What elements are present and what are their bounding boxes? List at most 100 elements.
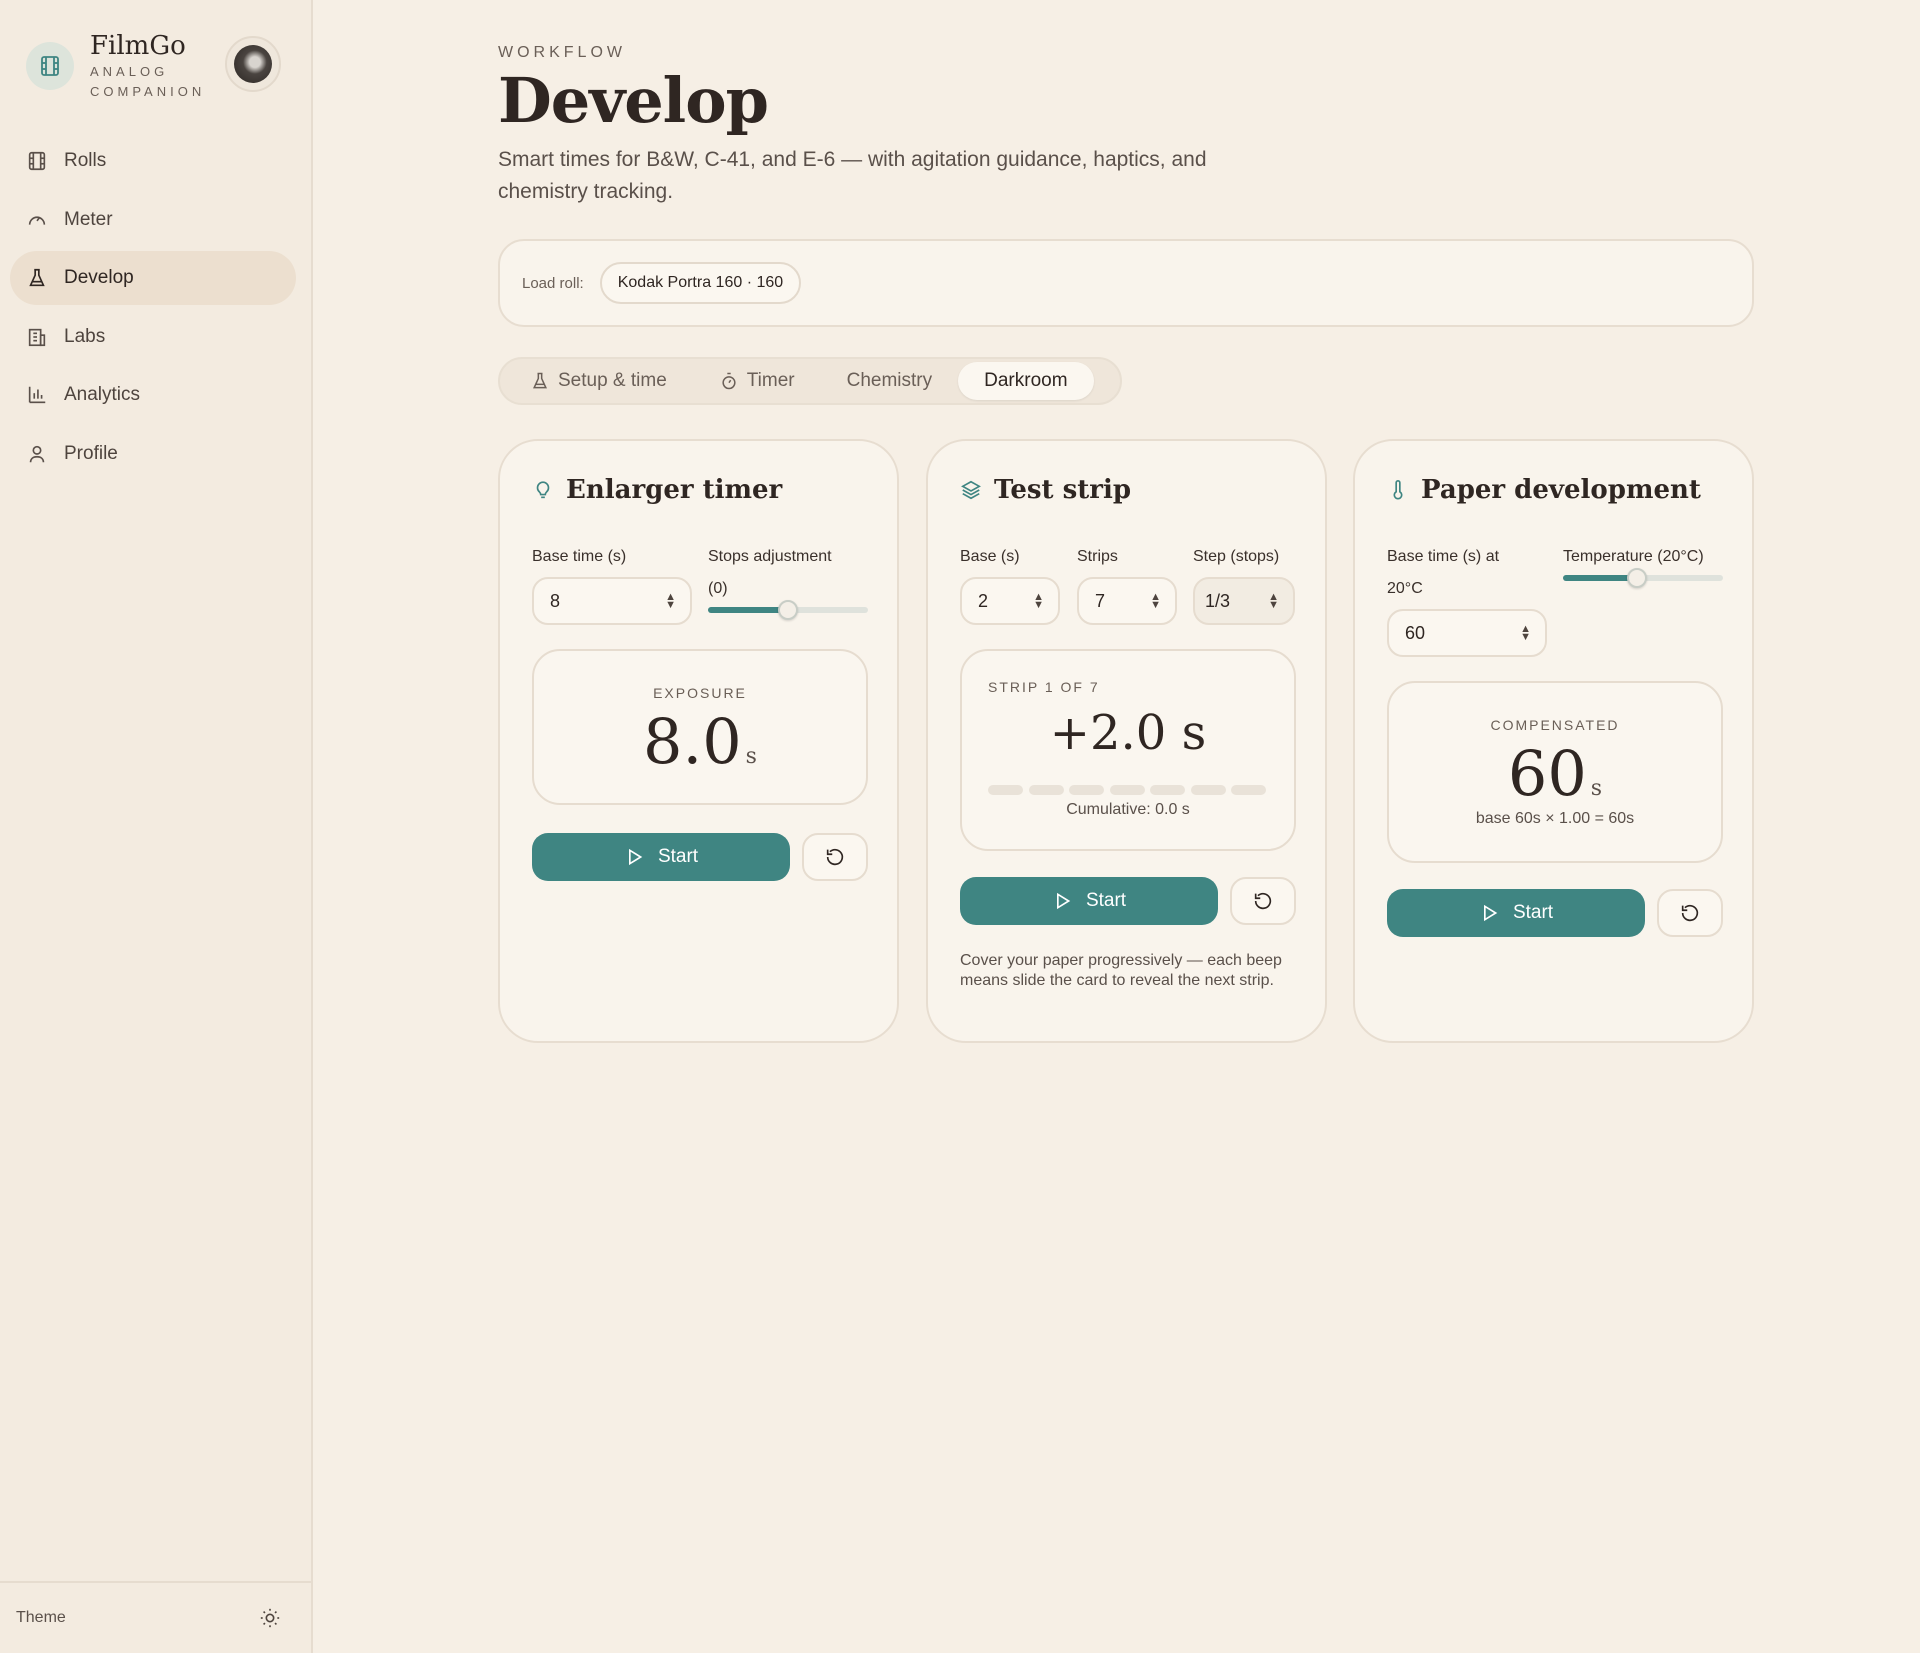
readout-value: 60: [1507, 737, 1587, 810]
base-time-label: Base time (s): [532, 548, 627, 565]
tab-bar: Setup & time Timer Chemistry Darkroom: [498, 357, 1122, 405]
strip-readout: STRIP 1 OF 7 +2.0 s Cumulative: 0.0 s: [960, 649, 1296, 851]
strip-segment: [1150, 785, 1185, 795]
stepper-value: 7: [1095, 590, 1106, 611]
base-time-stepper[interactable]: 60 ▲ ▼: [1387, 609, 1547, 657]
reset-button[interactable]: [1230, 877, 1296, 925]
card-title: Paper development: [1421, 475, 1701, 505]
readout-value: 8.0: [643, 705, 742, 778]
user-icon: [29, 445, 45, 462]
select-arrows-icon[interactable]: ▲ ▼: [1268, 592, 1279, 611]
reset-icon: [826, 848, 844, 866]
stepper-value: 2: [978, 590, 989, 611]
avatar[interactable]: [225, 36, 281, 92]
sidebar-item-analytics[interactable]: Analytics: [10, 368, 296, 422]
bar-chart-icon: [28, 386, 46, 404]
slider-fill: [708, 607, 788, 613]
stepper-arrows-icon[interactable]: ▲ ▼: [1520, 624, 1531, 643]
play-icon: [1483, 904, 1498, 922]
sidebar-item-label: Profile: [64, 442, 118, 464]
page-eyebrow: WORKFLOW: [498, 44, 626, 61]
tab-timer[interactable]: Timer: [693, 362, 821, 400]
readout-unit: s: [745, 744, 757, 769]
base-stepper[interactable]: 2 ▲ ▼: [960, 577, 1060, 625]
tab-chemistry[interactable]: Chemistry: [821, 362, 959, 400]
theme-label: Theme: [16, 1609, 66, 1626]
strip-segment: [1190, 785, 1226, 795]
temperature-slider[interactable]: [1563, 568, 1723, 588]
reset-button[interactable]: [802, 833, 868, 881]
page-subtitle: Smart times for B&W, C-41, and E-6 — wit…: [498, 148, 1207, 203]
start-label: Start: [1512, 902, 1554, 923]
brand[interactable]: FilmGo ANALOG COMPANION: [26, 30, 210, 102]
enlarger-timer-card: Enlarger timer Base time (s) 8 ▲ ▼ Stops …: [498, 439, 899, 1043]
stepper-value: 8: [550, 590, 561, 611]
base-label: Base (s): [960, 548, 1020, 565]
stepper-value: 60: [1405, 622, 1426, 643]
film-icon: [28, 151, 46, 171]
play-icon: [628, 848, 643, 866]
strip-value: +2.0 s: [1049, 705, 1207, 761]
tab-label: Setup & time: [558, 370, 667, 391]
bulb-icon: [536, 481, 550, 499]
stepper-arrows-icon[interactable]: ▲ ▼: [1150, 592, 1161, 611]
strip-segment: [1069, 785, 1104, 795]
sidebar-item-label: Labs: [64, 325, 106, 347]
start-label: Start: [657, 846, 699, 867]
card-title: Enlarger timer: [566, 475, 783, 505]
reset-button[interactable]: [1657, 889, 1723, 937]
stepper-arrows-icon[interactable]: ▲ ▼: [665, 592, 676, 611]
readout-label: EXPOSURE: [653, 685, 747, 701]
flask-icon: [533, 372, 547, 389]
load-roll-label: Load roll:: [522, 274, 584, 292]
test-strip-hint: Cover your paper progressively — each be…: [960, 952, 1282, 989]
sidebar-item-label: Rolls: [64, 150, 107, 171]
stops-adjustment-value: (0): [708, 580, 728, 597]
slider-thumb[interactable]: [1626, 568, 1647, 588]
start-button[interactable]: Start: [532, 833, 790, 881]
select-value: 1/3: [1205, 590, 1231, 611]
tab-label: Chemistry: [846, 370, 933, 391]
exposure-readout: EXPOSURE 8.0 s: [532, 649, 868, 805]
reset-icon: [1681, 904, 1699, 922]
tab-label: Timer: [746, 370, 795, 391]
sidebar-footer: Theme: [0, 1581, 311, 1653]
load-roll-chip[interactable]: Kodak Portra 160 · 160: [599, 262, 802, 304]
sidebar-item-meter[interactable]: Meter: [10, 193, 296, 247]
layers-icon: [961, 480, 981, 500]
sidebar-item-develop[interactable]: Develop: [10, 251, 296, 305]
tab-darkroom[interactable]: Darkroom: [958, 362, 1094, 400]
readout-label: COMPENSATED: [1490, 717, 1620, 733]
start-button[interactable]: Start: [960, 877, 1218, 925]
card-title: Test strip: [994, 475, 1132, 505]
sidebar-nav: Rolls Meter Develop Labs Analytics Profi…: [10, 134, 296, 485]
stops-adjustment-label: Stops adjustment: [708, 548, 832, 565]
tab-setup-time[interactable]: Setup & time: [504, 362, 693, 400]
strip-counter: STRIP 1 OF 7: [988, 679, 1100, 695]
sidebar-item-labs[interactable]: Labs: [10, 310, 296, 364]
paper-development-card: Paper development Base time (s) at 20°C …: [1353, 439, 1754, 1043]
slider-thumb[interactable]: [778, 600, 798, 620]
sidebar-item-rolls[interactable]: Rolls: [10, 134, 296, 188]
sidebar-item-profile[interactable]: Profile: [10, 427, 296, 481]
sidebar-item-label: Develop: [64, 267, 134, 288]
slider-fill: [1563, 575, 1637, 581]
base-time-label: Base time (s) at 20°C: [1387, 548, 1500, 597]
start-button[interactable]: Start: [1387, 889, 1645, 937]
step-select[interactable]: 1/3 ▲ ▼: [1193, 577, 1295, 625]
stepper-arrows-icon[interactable]: ▲ ▼: [1033, 592, 1044, 611]
stops-adjustment-slider[interactable]: [708, 600, 868, 620]
sun-icon[interactable]: [259, 1607, 281, 1629]
stopwatch-icon: [722, 372, 736, 390]
sidebar: FilmGo ANALOG COMPANION Rolls Meter Deve…: [0, 0, 313, 1653]
compensated-readout: COMPENSATED 60 s base 60s × 1.00 = 60s: [1387, 681, 1723, 863]
base-time-stepper[interactable]: 8 ▲ ▼: [532, 577, 692, 625]
strips-stepper[interactable]: 7 ▲ ▼: [1077, 577, 1177, 625]
readout-unit: s: [1590, 776, 1603, 801]
reset-icon: [1254, 892, 1272, 910]
step-label: Step (stops): [1193, 548, 1280, 565]
test-strip-card: Test strip Base (s) 2 ▲ ▼ Strips 7 ▲ ▼ Ste…: [926, 439, 1327, 1043]
strip-segment: [1028, 785, 1064, 795]
sidebar-item-label: Meter: [64, 208, 113, 230]
gauge-icon: [28, 215, 46, 225]
